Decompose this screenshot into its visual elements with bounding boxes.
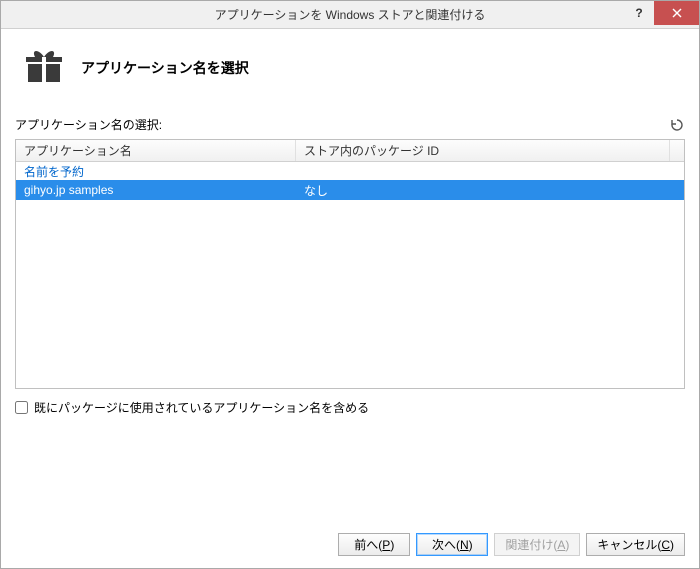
- column-header-pkgid[interactable]: ストア内のパッケージ ID: [296, 140, 670, 161]
- help-button[interactable]: ?: [624, 1, 654, 25]
- footer-buttons: 前へ(P) 次へ(N) 関連付け(A) キャンセル(C): [338, 533, 685, 556]
- close-button[interactable]: [654, 1, 699, 25]
- window-title: アプリケーションを Windows ストアと関連付ける: [1, 6, 699, 23]
- page-heading: アプリケーション名を選択: [81, 58, 249, 78]
- close-icon: [672, 8, 682, 18]
- refresh-icon: [670, 118, 684, 132]
- reserve-name-link[interactable]: 名前を予約: [24, 163, 84, 180]
- list-label: アプリケーション名の選択:: [15, 116, 162, 133]
- list-item[interactable]: gihyo.jp samples なし: [16, 180, 684, 200]
- refresh-button[interactable]: [669, 117, 685, 133]
- include-used-names-row: 既にパッケージに使用されているアプリケーション名を含める: [15, 399, 685, 416]
- list-label-row: アプリケーション名の選択:: [15, 116, 685, 133]
- window-controls: ?: [624, 1, 699, 29]
- prev-button[interactable]: 前へ(P): [338, 533, 410, 556]
- reserve-name-row: 名前を予約: [16, 162, 684, 180]
- list-rows: 名前を予約 gihyo.jp samples なし: [16, 162, 684, 200]
- title-bar: アプリケーションを Windows ストアと関連付ける ?: [1, 1, 699, 29]
- next-button[interactable]: 次へ(N): [416, 533, 488, 556]
- list-header: アプリケーション名 ストア内のパッケージ ID: [16, 140, 684, 162]
- page-header: アプリケーション名を選択: [1, 29, 699, 116]
- list-item-pkgid: なし: [296, 182, 684, 199]
- include-used-names-checkbox[interactable]: [15, 401, 28, 414]
- include-used-names-label: 既にパッケージに使用されているアプリケーション名を含める: [34, 399, 369, 416]
- column-header-name[interactable]: アプリケーション名: [16, 140, 296, 161]
- app-list[interactable]: アプリケーション名 ストア内のパッケージ ID 名前を予約 gihyo.jp s…: [15, 139, 685, 389]
- body: アプリケーション名の選択: アプリケーション名 ストア内のパッケージ ID 名前…: [1, 116, 699, 416]
- cancel-button[interactable]: キャンセル(C): [586, 533, 685, 556]
- gift-icon: [25, 47, 63, 88]
- associate-button[interactable]: 関連付け(A): [494, 533, 580, 556]
- list-item-name: gihyo.jp samples: [16, 183, 296, 197]
